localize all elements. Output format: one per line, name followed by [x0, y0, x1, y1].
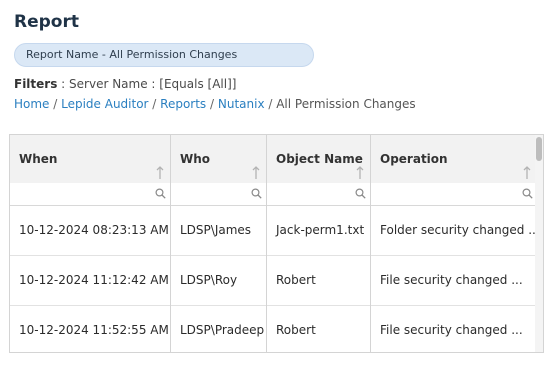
filter-input-object-name[interactable] [267, 183, 371, 205]
cell-object-name: Robert [267, 305, 371, 352]
filters-value: : Server Name : [Equals [All]] [57, 77, 237, 91]
cell-operation: File security changed ... [380, 273, 523, 287]
cell-who: LDSP\James [171, 205, 267, 255]
filter-input-when[interactable] [10, 183, 171, 205]
breadcrumb-separator: / [206, 97, 218, 111]
column-header-label: Operation [380, 152, 448, 166]
breadcrumb-item-lepide-auditor[interactable]: Lepide Auditor [61, 97, 148, 111]
cell-who: LDSP\Roy [171, 255, 267, 305]
sort-arrow-up-icon[interactable] [252, 152, 260, 179]
report-name-badge: Report Name - All Permission Changes [14, 43, 314, 67]
search-icon[interactable] [251, 188, 262, 199]
breadcrumb-separator: / [264, 97, 277, 111]
table-row[interactable]: 10-12-2024 11:12:42 AM LDSP\Roy Robert File… [10, 255, 537, 306]
breadcrumb-separator: / [148, 97, 161, 111]
vertical-scrollbar[interactable] [535, 135, 543, 352]
table-row[interactable]: 10-12-2024 11:52:55 AM LDSP\Pradeep Robert… [10, 305, 537, 352]
column-header-label: When [19, 152, 58, 166]
column-header-object-name[interactable]: Object Name [267, 135, 371, 183]
cell-when: 10-12-2024 11:12:42 AM [10, 255, 171, 305]
report-grid: When Who Object Name Operation 10-12-2024 0… [9, 134, 544, 353]
column-header-operation[interactable]: Operation [371, 135, 537, 183]
page-title: Report [14, 12, 79, 32]
grid-header-row: When Who Object Name Operation [10, 135, 537, 184]
cell-operation: File security changed ... [380, 323, 523, 337]
breadcrumb-item-home[interactable]: Home [14, 97, 49, 111]
cell-operation: Folder security changed ... [380, 223, 537, 237]
table-row[interactable]: 10-12-2024 08:23:13 AM LDSP\James Jack-per… [10, 205, 537, 256]
filter-input-who[interactable] [171, 183, 267, 205]
breadcrumb-separator: / [49, 97, 62, 111]
filter-input-operation[interactable] [371, 183, 537, 205]
cell-when: 10-12-2024 11:52:55 AM [10, 305, 171, 352]
search-icon[interactable] [155, 188, 166, 199]
search-icon[interactable] [355, 188, 366, 199]
breadcrumb-item-nutanix[interactable]: Nutanix [218, 97, 265, 111]
column-header-label: Object Name [276, 152, 363, 166]
grid-filter-row [10, 183, 537, 206]
cell-object-name: Jack-perm1.txt [267, 205, 371, 255]
sort-arrow-up-icon[interactable] [523, 152, 531, 179]
breadcrumb-item-all-permission-changes: All Permission Changes [276, 97, 416, 111]
filters-label: Filters [14, 77, 58, 91]
column-header-when[interactable]: When [10, 135, 171, 183]
cell-object-name: Robert [267, 255, 371, 305]
cell-when: 10-12-2024 08:23:13 AM [10, 205, 171, 255]
breadcrumb: Home / Lepide Auditor / Reports / Nutani… [14, 97, 416, 111]
cell-who: LDSP\Pradeep [171, 305, 267, 352]
scrollbar-thumb[interactable] [536, 137, 542, 161]
sort-arrow-up-icon[interactable] [156, 152, 164, 179]
filters-line: Filters : Server Name : [Equals [All]] [14, 77, 236, 91]
sort-arrow-up-icon[interactable] [356, 152, 364, 179]
breadcrumb-item-reports[interactable]: Reports [160, 97, 206, 111]
column-header-who[interactable]: Who [171, 135, 267, 183]
search-icon[interactable] [522, 188, 533, 199]
column-header-label: Who [180, 152, 211, 166]
